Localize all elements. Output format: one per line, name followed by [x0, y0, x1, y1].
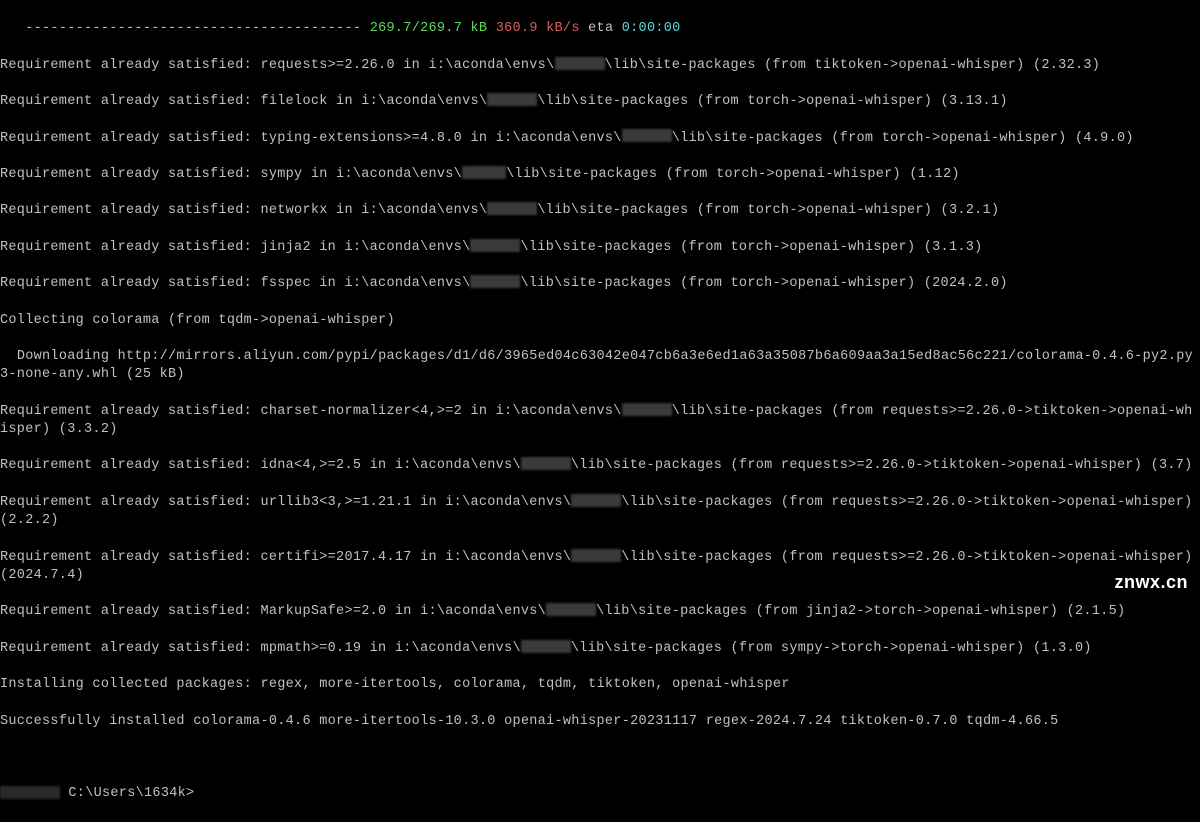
collecting-line: Collecting colorama (from tqdm->openai-w…: [0, 312, 1200, 330]
requirement-line: Requirement already satisfied: typing-ex…: [0, 130, 1200, 148]
progress-line: ----------------------------------------…: [0, 20, 1200, 38]
requirement-line: Requirement already satisfied: requests>…: [0, 57, 1200, 75]
requirement-line: Requirement already satisfied: networkx …: [0, 202, 1200, 220]
requirement-line: Requirement already satisfied: jinja2 in…: [0, 239, 1200, 257]
censored-env: [622, 403, 672, 416]
censored-env: [571, 549, 621, 562]
installing-line: Installing collected packages: regex, mo…: [0, 676, 1200, 694]
censored-env: [470, 275, 520, 288]
requirement-line: Requirement already satisfied: filelock …: [0, 93, 1200, 111]
progress-dashes: ----------------------------------------: [0, 21, 370, 36]
censored-env: [521, 457, 571, 470]
watermark-text: znwx.cn: [1114, 570, 1188, 594]
requirement-line: Requirement already satisfied: idna<4,>=…: [0, 457, 1200, 475]
empty-line: [0, 749, 1200, 767]
censored-env: [487, 202, 537, 215]
requirement-line: Requirement already satisfied: mpmath>=0…: [0, 640, 1200, 658]
requirement-line: Requirement already satisfied: charset-n…: [0, 403, 1200, 439]
censored-env: [521, 640, 571, 653]
requirement-line: Requirement already satisfied: certifi>=…: [0, 549, 1200, 585]
prompt-path: C:\Users\1634k>: [60, 786, 194, 801]
requirement-line: Requirement already satisfied: fsspec in…: [0, 275, 1200, 293]
censored-env: [462, 166, 506, 179]
progress-size: 269.7/269.7 kB: [370, 21, 488, 36]
prompt-line[interactable]: C:\Users\1634k>: [0, 785, 1200, 803]
progress-eta-time: 0:00:00: [622, 21, 681, 36]
censored-env: [487, 93, 537, 106]
requirement-line: Requirement already satisfied: urllib3<3…: [0, 494, 1200, 530]
censored-env: [622, 129, 672, 142]
progress-eta-label: eta: [580, 21, 622, 36]
progress-speed: 360.9 kB/s: [487, 21, 579, 36]
censored-prompt-prefix: [0, 786, 60, 799]
censored-env: [571, 494, 621, 507]
censored-env: [470, 239, 520, 252]
terminal-output[interactable]: ----------------------------------------…: [0, 2, 1200, 822]
downloading-line: Downloading http://mirrors.aliyun.com/py…: [0, 348, 1200, 384]
requirement-line: Requirement already satisfied: MarkupSaf…: [0, 603, 1200, 621]
success-line: Successfully installed colorama-0.4.6 mo…: [0, 713, 1200, 731]
censored-env: [546, 603, 596, 616]
requirement-line: Requirement already satisfied: sympy in …: [0, 166, 1200, 184]
censored-env: [555, 57, 605, 70]
